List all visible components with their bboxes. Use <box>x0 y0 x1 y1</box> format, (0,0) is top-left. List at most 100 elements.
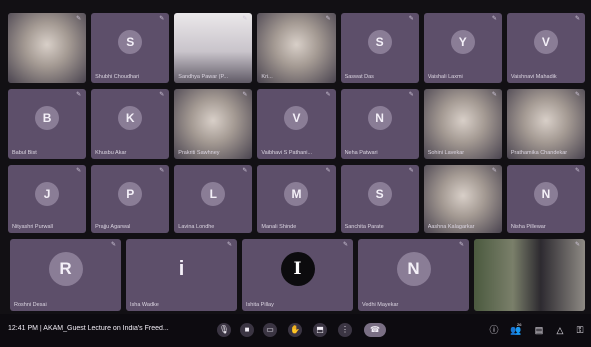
participant-avatar: P <box>118 181 143 206</box>
activities-button[interactable]: △ <box>554 324 566 336</box>
raise-hand-icon: ✋ <box>290 325 300 334</box>
muted-mic-icon: ✎ <box>242 92 248 98</box>
more-options-button[interactable]: ⋮ <box>338 323 352 337</box>
participant-avatar: I <box>280 252 315 287</box>
participant-tile[interactable]: i ✎ Isha Wadke <box>126 239 237 311</box>
participant-tile[interactable]: ✎ Prakriti Sawhney <box>174 89 253 159</box>
captions-button[interactable]: ▭ <box>263 323 277 337</box>
muted-mic-icon: ✎ <box>574 92 581 98</box>
participant-name: Vaishnavi Mahadik <box>510 74 557 80</box>
participant-name: Aashna Kalagarkar <box>427 224 475 230</box>
muted-mic-icon: ✎ <box>76 92 82 98</box>
muted-mic-icon: ✎ <box>408 92 414 98</box>
participant-avatar: V <box>284 106 309 131</box>
muted-mic-icon: ✎ <box>491 168 497 174</box>
participant-tile[interactable]: V ✎ Vaibhavi S Pathani... <box>257 89 336 159</box>
participant-name: Isha Wadke <box>130 302 159 308</box>
mic-button[interactable]: 🎙 <box>217 323 231 337</box>
participant-tile[interactable]: B ✎ Babul Bist <box>8 89 87 159</box>
participant-name: Vaishali Laxmi <box>427 74 463 80</box>
participant-name: Roshni Desai <box>14 302 47 308</box>
participant-video <box>174 89 253 159</box>
more-icon: ⋮ <box>341 325 349 334</box>
present-button[interactable]: ⬒ <box>313 323 327 337</box>
camera-button[interactable]: ■ <box>240 323 254 337</box>
participant-avatar: N <box>367 106 392 131</box>
meeting-info-button[interactable]: ⓘ <box>488 324 500 336</box>
participant-avatar: N <box>396 252 431 287</box>
participant-avatar: S <box>367 30 392 55</box>
meeting-time-title: 12:41 PM | AKAM_Guest Lecture on India's… <box>8 325 169 332</box>
activities-icon: △ <box>556 325 564 335</box>
participant-name: Neha Patwari <box>344 150 378 156</box>
chat-button[interactable]: ▤ <box>533 324 545 336</box>
end-call-button[interactable]: ☎ <box>364 323 386 337</box>
participant-name: Vedhi Mayekar <box>362 302 399 308</box>
participant-name: Kri... <box>261 74 273 80</box>
present-icon: ⬒ <box>316 325 324 334</box>
muted-mic-icon: ✎ <box>159 168 165 174</box>
muted-mic-icon: ✎ <box>242 16 248 22</box>
muted-mic-icon: ✎ <box>491 92 497 98</box>
participant-tile[interactable]: N ✎ Vedhi Mayekar <box>358 239 469 311</box>
participant-video <box>423 89 502 159</box>
participant-name: Ishita Pillay <box>246 302 274 308</box>
participant-avatar: J <box>35 181 60 206</box>
participant-avatar: N <box>533 181 558 206</box>
participant-tile[interactable]: S ✎ Shubhi Choudhari <box>91 13 170 83</box>
participant-grid: ✎ S ✎ Shubhi Choudhari ✎ Sandhya Pawar (P... ✎… <box>0 0 591 313</box>
participant-tile[interactable]: P ✎ Prajju Agarwal <box>91 165 170 233</box>
participant-name: Prathamika Chandekar <box>510 150 568 156</box>
participant-tile[interactable]: ✎ Sohini Lavekar <box>423 89 502 159</box>
participant-tile[interactable]: I ✎ Ishita Pillay <box>242 239 353 311</box>
participant-tile[interactable]: J ✎ Nityashri Purwall <box>8 165 87 233</box>
muted-mic-icon: ✎ <box>242 168 248 174</box>
participant-tile[interactable]: R ✎ Roshni Desai <box>10 239 121 311</box>
raise-hand-button[interactable]: ✋ <box>288 323 302 337</box>
participant-tile[interactable]: Y ✎ Vaishali Laxmi <box>423 13 502 83</box>
participant-tile[interactable]: S ✎ Sanchita Parate <box>340 165 419 233</box>
participant-tile[interactable]: M ✎ Manali Shinde <box>257 165 336 233</box>
participant-avatar: B <box>35 106 60 131</box>
participant-tile[interactable]: ✎ Kri... <box>257 13 336 83</box>
participant-avatar: S <box>367 181 392 206</box>
muted-mic-icon: ✎ <box>76 16 82 22</box>
participant-tile[interactable]: ✎ <box>8 13 87 83</box>
participant-tile[interactable]: ✎ <box>474 239 585 311</box>
participant-name: Saswat Das <box>344 74 374 80</box>
participant-name: Nisha Pillewar <box>510 224 546 230</box>
muted-mic-icon: ✎ <box>159 92 165 98</box>
participant-tile[interactable]: S ✎ Saswat Das <box>340 13 419 83</box>
participant-tile[interactable]: L ✎ Lavina Londhe <box>174 165 253 233</box>
participant-tile[interactable]: N ✎ Neha Patwari <box>340 89 419 159</box>
participant-tile[interactable]: ✎ Prathamika Chandekar <box>506 89 585 159</box>
participant-tile[interactable]: N ✎ Nisha Pillewar <box>506 165 585 233</box>
participant-name: Prajju Agarwal <box>95 224 131 230</box>
people-count-badge: 26 <box>517 322 522 327</box>
participant-tile[interactable]: ✎ Sandhya Pawar (P... <box>174 13 253 83</box>
participant-tile[interactable]: K ✎ Khusbu Akar <box>91 89 170 159</box>
muted-mic-icon: ✎ <box>325 92 331 98</box>
captions-icon: ▭ <box>266 325 274 334</box>
participant-name: Prakriti Sawhney <box>178 150 220 156</box>
participant-name: Sanchita Parate <box>344 224 384 230</box>
participant-video <box>257 13 336 83</box>
muted-mic-icon: ✎ <box>574 168 581 174</box>
participant-avatar: i <box>178 258 185 281</box>
info-icon: ⓘ <box>489 325 499 335</box>
muted-mic-icon: ✎ <box>76 168 82 174</box>
host-controls-button[interactable]: ⚿ <box>574 324 586 336</box>
participant-name: Sohini Lavekar <box>427 150 465 156</box>
participant-video <box>174 13 253 83</box>
participant-avatar: R <box>48 252 83 287</box>
people-button[interactable]: 👥 26 <box>510 322 522 336</box>
muted-mic-icon: ✎ <box>111 242 117 248</box>
muted-mic-icon: ✎ <box>459 242 465 248</box>
muted-mic-icon: ✎ <box>575 242 581 248</box>
muted-mic-icon: ✎ <box>227 242 233 248</box>
participant-avatar: V <box>533 30 558 55</box>
muted-mic-icon: ✎ <box>159 16 165 22</box>
participant-tile[interactable]: ✎ Aashna Kalagarkar <box>423 165 502 233</box>
participant-tile[interactable]: V ✎ Vaishnavi Mahadik <box>506 13 585 83</box>
participant-avatar: K <box>118 106 143 131</box>
